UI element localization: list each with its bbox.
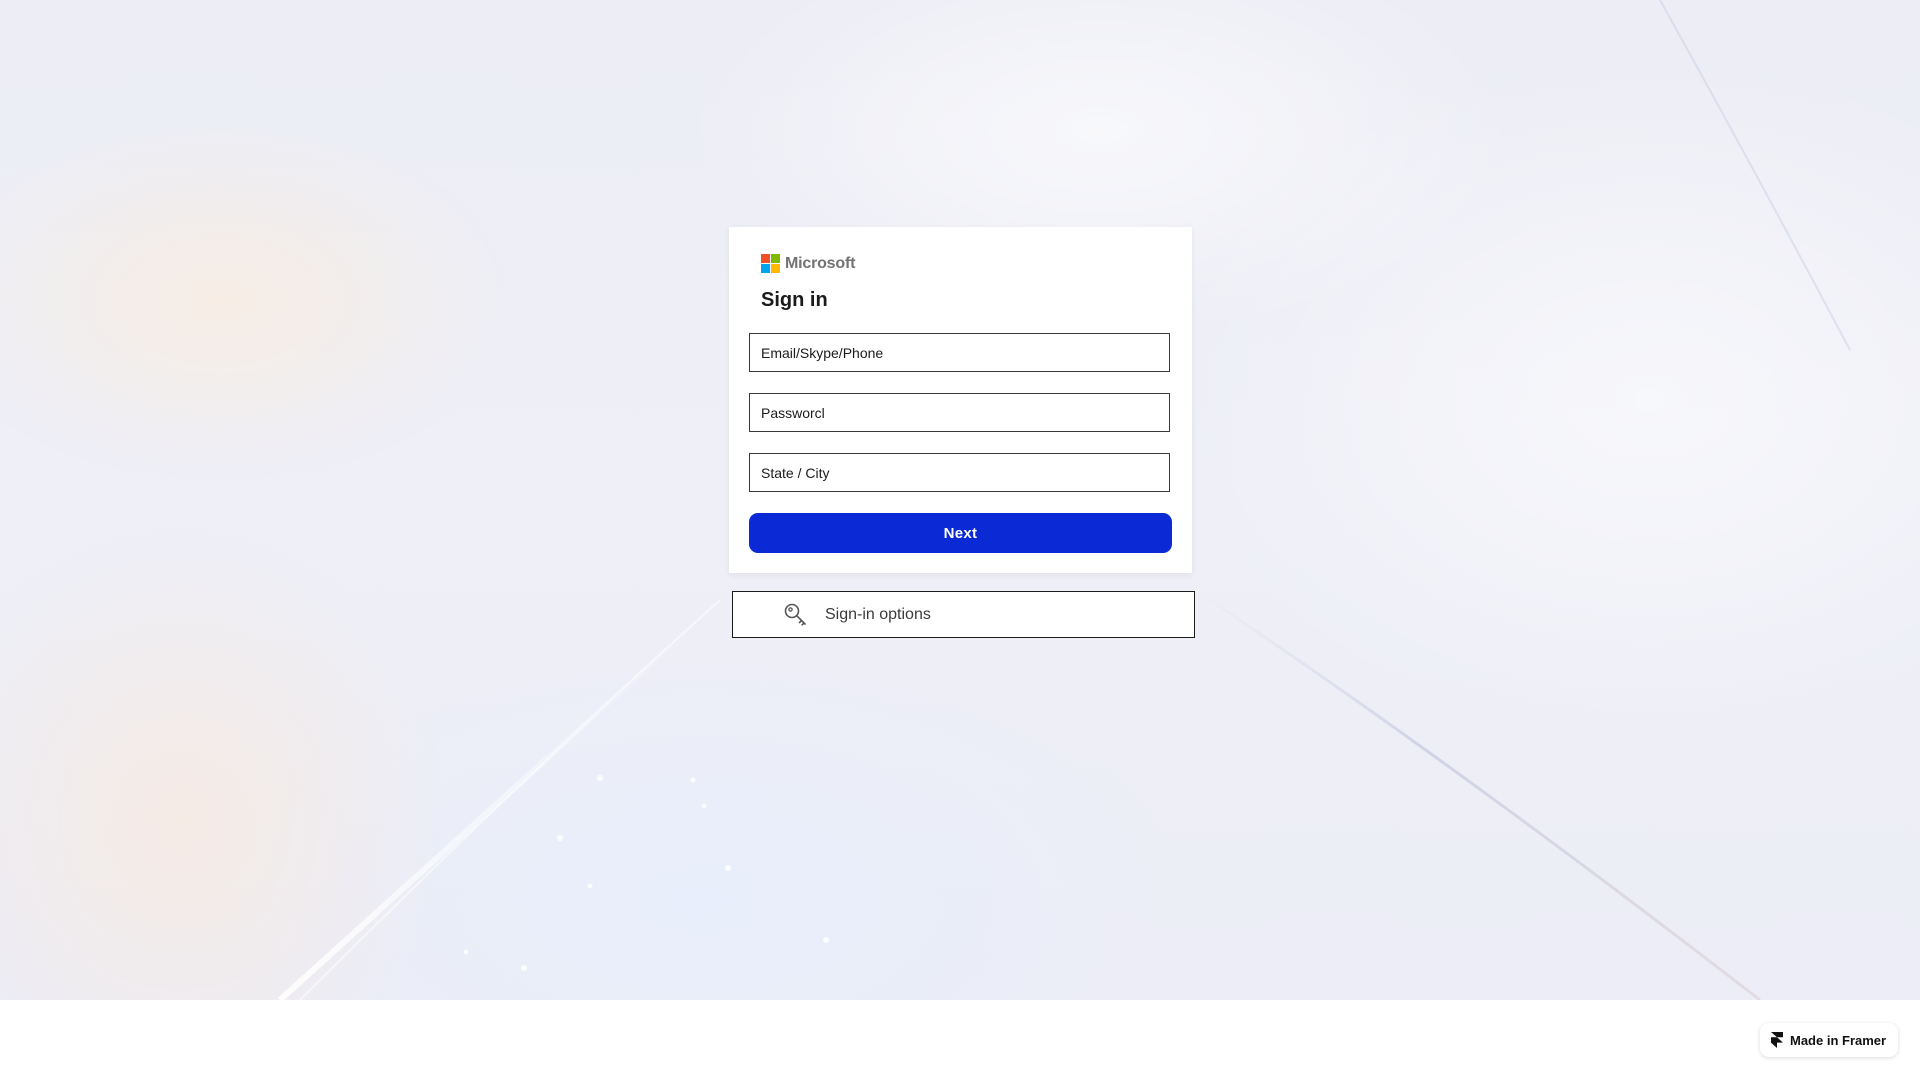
framer-badge-label: Made in Framer xyxy=(1790,1032,1887,1048)
page-title: Sign in xyxy=(761,289,828,311)
password-field[interactable] xyxy=(749,393,1170,432)
key-icon xyxy=(783,602,809,628)
logo-square-green xyxy=(771,254,780,263)
next-button[interactable]: Next xyxy=(749,513,1172,553)
framer-icon xyxy=(1771,1032,1783,1048)
logo-square-red xyxy=(761,254,770,263)
logo-square-blue xyxy=(761,264,770,273)
microsoft-logo-icon xyxy=(761,254,780,273)
signin-options-button[interactable]: Sign-in options xyxy=(732,591,1195,638)
email-input[interactable] xyxy=(750,334,1169,371)
framer-badge[interactable]: Made in Framer xyxy=(1760,1023,1898,1057)
email-field[interactable] xyxy=(749,333,1170,372)
password-input[interactable] xyxy=(750,394,1169,431)
signin-card: Microsoft Sign in Next xyxy=(729,227,1192,573)
logo-square-yellow xyxy=(771,264,780,273)
brand-name: Microsoft xyxy=(785,254,856,272)
location-field[interactable] xyxy=(749,453,1170,492)
location-input[interactable] xyxy=(750,454,1169,491)
microsoft-logo: Microsoft xyxy=(761,254,855,273)
signin-options-label: Sign-in options xyxy=(825,605,931,623)
